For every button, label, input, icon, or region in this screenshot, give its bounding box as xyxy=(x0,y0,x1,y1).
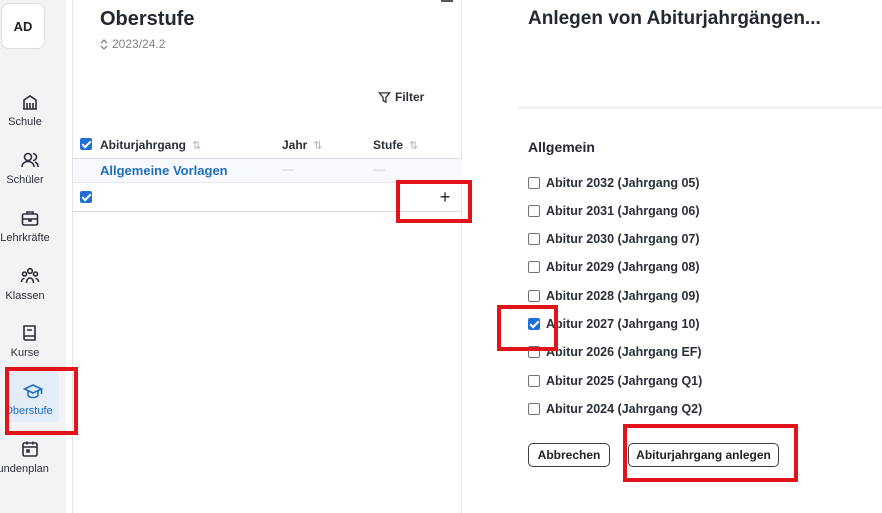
form-title: Anlegen von Abiturjahrgängen... xyxy=(528,8,821,29)
filter-icon xyxy=(378,91,391,103)
sidebar-item-schule[interactable]: Schule xyxy=(0,92,60,142)
school-year-selector[interactable]: 2023/24.2 xyxy=(100,37,165,51)
checkbox[interactable] xyxy=(528,403,540,415)
column-label: Jahr xyxy=(282,138,308,152)
option-label: Abitur 2029 (Jahrgang 08) xyxy=(546,260,700,274)
row-name-link[interactable]: Allgemeine Vorlagen xyxy=(100,163,228,178)
school-year: 2023/24.2 xyxy=(112,37,166,51)
checkbox[interactable] xyxy=(528,261,540,273)
calendar-icon xyxy=(22,441,38,457)
briefcase-icon xyxy=(21,211,39,226)
row-stufe: — xyxy=(373,162,385,176)
option-label: Abitur 2030 (Jahrgang 07) xyxy=(546,232,700,246)
checkbox[interactable] xyxy=(528,233,540,245)
option-abitur-2030[interactable]: Abitur 2030 (Jahrgang 07) xyxy=(528,230,700,248)
option-abitur-2024[interactable]: Abitur 2024 (Jahrgang Q2) xyxy=(528,400,702,418)
sidebar-item-stundenplan[interactable]: Stundenplan xyxy=(0,439,60,489)
users-icon xyxy=(21,152,39,168)
minimize-icon[interactable] xyxy=(441,0,453,2)
select-all-checkbox[interactable] xyxy=(80,138,92,150)
option-abitur-2025[interactable]: Abitur 2025 (Jahrgang Q1) xyxy=(528,372,702,390)
row-checkbox[interactable] xyxy=(80,191,92,203)
section-title: Allgemein xyxy=(528,139,595,155)
table-header: Abiturjahrgang ⇅ Jahr ⇅ Stufe ⇅ xyxy=(73,130,462,159)
option-label: Abitur 2026 (Jahrgang EF) xyxy=(546,345,702,359)
sidebar-item-kurse[interactable]: Kurse xyxy=(0,323,60,373)
sort-icon: ⇅ xyxy=(313,139,323,152)
option-abitur-2031[interactable]: Abitur 2031 (Jahrgang 06) xyxy=(528,202,700,220)
filter-label: Filter xyxy=(395,90,425,104)
list-panel: Oberstufe 2023/24.2 Filter Abiturjahrgan… xyxy=(72,0,462,513)
option-label: Abitur 2024 (Jahrgang Q2) xyxy=(546,402,703,416)
option-abitur-2032[interactable]: Abitur 2032 (Jahrgang 05) xyxy=(528,174,700,192)
option-label: Abitur 2032 (Jahrgang 05) xyxy=(546,176,700,190)
column-header-abiturjahrgang[interactable]: Abiturjahrgang ⇅ xyxy=(100,138,201,152)
sidebar-item-lehrkraefte[interactable]: Lehrkräfte xyxy=(0,208,60,258)
sidebar-item-label: Klassen xyxy=(5,290,45,302)
column-label: Abiturjahrgang xyxy=(100,138,186,152)
highlight-box xyxy=(5,367,78,435)
column-header-jahr[interactable]: Jahr ⇅ xyxy=(282,138,323,152)
option-abitur-2029[interactable]: Abitur 2029 (Jahrgang 08) xyxy=(528,258,700,276)
highlight-box xyxy=(396,180,472,223)
sidebar-item-label: Schüler xyxy=(6,174,44,186)
option-abitur-2028[interactable]: Abitur 2028 (Jahrgang 09) xyxy=(528,287,700,305)
chevron-up-down-icon xyxy=(100,38,108,50)
sort-icon: ⇅ xyxy=(192,139,202,152)
option-label: Abitur 2028 (Jahrgang 09) xyxy=(546,289,700,303)
column-label: Stufe xyxy=(373,138,403,152)
divider xyxy=(518,106,882,109)
sidebar-item-label: Schule xyxy=(8,116,42,128)
sidebar-item-schueler[interactable]: Schüler xyxy=(0,150,60,200)
sidebar-item-label: Kurse xyxy=(10,347,40,359)
sidebar: AD Schule Schüler Lehrkräfte Klassen Kur… xyxy=(0,0,66,513)
checkbox[interactable] xyxy=(528,177,540,189)
checkbox[interactable] xyxy=(528,290,540,302)
checkbox[interactable] xyxy=(528,205,540,217)
sort-icon: ⇅ xyxy=(409,139,419,152)
sidebar-item-label: Stundenplan xyxy=(0,463,49,475)
building-icon xyxy=(23,95,37,110)
highlight-box xyxy=(497,305,558,351)
group-icon xyxy=(20,267,40,284)
sidebar-item-klassen[interactable]: Klassen xyxy=(0,266,60,316)
row-jahr: — xyxy=(282,162,294,176)
highlight-box xyxy=(623,424,798,482)
option-label: Abitur 2031 (Jahrgang 06) xyxy=(546,204,700,218)
book-icon xyxy=(23,325,36,341)
avatar[interactable]: AD xyxy=(1,3,45,49)
checkbox[interactable] xyxy=(528,375,540,387)
column-header-stufe[interactable]: Stufe ⇅ xyxy=(373,138,418,152)
option-label: Abitur 2027 (Jahrgang 10) xyxy=(546,317,700,331)
filter-button[interactable]: Filter xyxy=(378,90,424,104)
option-label: Abitur 2025 (Jahrgang Q1) xyxy=(546,374,703,388)
cancel-button[interactable]: Abbrechen xyxy=(528,443,610,467)
sidebar-item-label: Lehrkräfte xyxy=(0,232,50,244)
page-title: Oberstufe xyxy=(100,8,195,30)
